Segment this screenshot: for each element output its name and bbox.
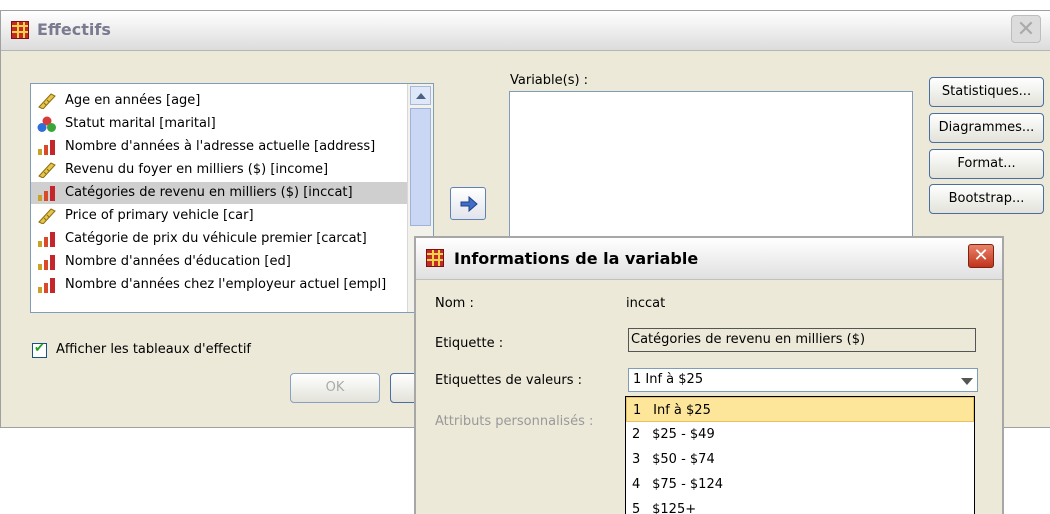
format-button[interactable]: Format...: [929, 149, 1044, 179]
dropdown-option[interactable]: 1 Inf à $25: [626, 397, 974, 422]
ordinal-bars-icon: [38, 278, 55, 293]
move-to-variables-button[interactable]: [450, 187, 486, 220]
chevron-down-icon[interactable]: [961, 378, 973, 385]
spss-app-icon: [11, 21, 29, 39]
value-labels-dropdown[interactable]: 1 Inf à $25 2 $25 - $49 3 $50 - $74 4 $7…: [625, 396, 975, 514]
info-dialog-title: Informations de la variable: [454, 249, 699, 268]
source-variable-list[interactable]: Age en années [age] Statut marital [mari…: [30, 83, 434, 313]
custom-attributes-label: Attributs personnalisés :: [435, 414, 594, 429]
label-label: Etiquette :: [435, 336, 504, 351]
scroll-up-arrow-icon[interactable]: [410, 86, 431, 105]
ok-button[interactable]: OK: [290, 373, 380, 403]
nominal-circles-icon: [37, 116, 56, 132]
target-variable-list[interactable]: [509, 91, 913, 251]
list-item-selected[interactable]: Catégories de revenu en milliers ($) [in…: [31, 182, 409, 204]
ordinal-bars-icon: [38, 255, 55, 270]
dropdown-option[interactable]: 3 $50 - $74: [626, 447, 974, 472]
charts-button[interactable]: Diagrammes...: [929, 113, 1044, 143]
dropdown-option[interactable]: 5 $125+: [626, 497, 974, 514]
ordinal-bars-icon: [38, 232, 55, 247]
spss-app-icon: [426, 249, 444, 267]
name-value: inccat: [626, 296, 666, 311]
display-frequency-tables-checkbox[interactable]: [32, 341, 47, 358]
scale-ruler-icon: [38, 93, 56, 109]
name-label: Nom :: [435, 296, 474, 311]
dialog-title: Effectifs: [37, 20, 111, 39]
bootstrap-button[interactable]: Bootstrap...: [929, 184, 1044, 214]
close-icon[interactable]: ✕: [968, 244, 994, 268]
info-dialog-titlebar[interactable]: Informations de la variable: [416, 238, 1002, 280]
close-icon[interactable]: ✕: [1011, 15, 1041, 43]
ordinal-bars-icon: [38, 140, 55, 155]
dropdown-option[interactable]: 4 $75 - $124: [626, 472, 974, 497]
variables-label: Variable(s) :: [510, 73, 589, 88]
label-value: Catégories de revenu en milliers ($): [628, 328, 976, 352]
value-labels-label: Etiquettes de valeurs :: [435, 373, 583, 388]
statistics-button[interactable]: Statistiques...: [929, 77, 1044, 107]
dialog-titlebar[interactable]: Effectifs: [1, 11, 1050, 51]
value-labels-combobox[interactable]: 1 Inf à $25: [628, 368, 978, 392]
scrollbar-thumb[interactable]: [410, 108, 431, 226]
checkbox-label: Afficher les tableaux d'effectif: [56, 342, 252, 357]
ordinal-bars-icon: [38, 186, 55, 201]
scale-ruler-icon: [38, 162, 56, 178]
scale-ruler-icon: [38, 208, 56, 224]
combo-selected-value: 1 Inf à $25: [633, 372, 704, 387]
arrow-right-icon: [460, 195, 478, 213]
dropdown-option[interactable]: 2 $25 - $49: [626, 422, 974, 447]
